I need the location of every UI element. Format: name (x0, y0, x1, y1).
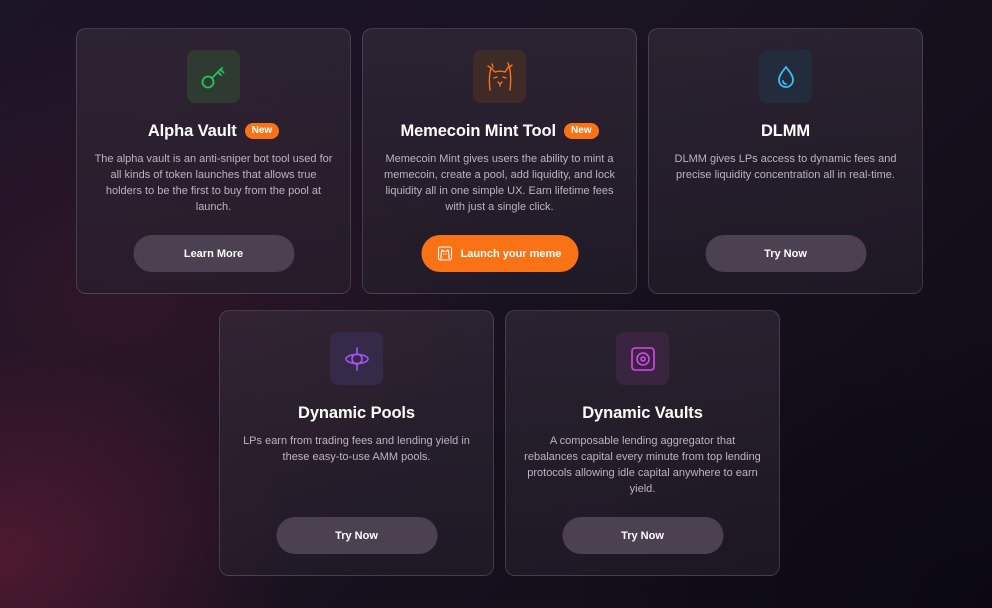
vault-icon (616, 332, 669, 385)
launch-meme-button[interactable]: Launch your meme (421, 235, 578, 272)
launch-meme-label: Launch your meme (460, 247, 562, 260)
card-description: LPs earn from trading fees and lending y… (243, 435, 470, 463)
card-title: Alpha Vault (147, 121, 237, 140)
card-memecoin-mint-tool: Memecoin Mint Tool New Memecoin Mint giv… (362, 28, 637, 294)
try-now-button[interactable]: Try Now (705, 235, 866, 272)
card-description: DLMM gives LPs access to dynamic fees an… (674, 153, 897, 181)
card-description: The alpha vault is an anti-sniper bot to… (94, 153, 333, 213)
card-title: Dynamic Pools (298, 403, 415, 422)
key-icon (187, 50, 240, 103)
card-dynamic-pools: Dynamic Pools LPs earn from trading fees… (219, 310, 494, 576)
new-badge: New (564, 123, 599, 139)
card-title: DLMM (760, 121, 811, 140)
cat-icon (473, 50, 526, 103)
card-description: A composable lending aggregator that reb… (524, 435, 761, 495)
card-description: Memecoin Mint gives users the ability to… (384, 153, 615, 213)
try-now-button[interactable]: Try Now (562, 517, 723, 554)
meme-icon (438, 246, 453, 261)
new-badge: New (244, 123, 280, 139)
droplet-icon (759, 50, 812, 103)
card-dlmm: DLMM DLMM gives LPs access to dynamic fe… (648, 28, 923, 294)
card-title: Memecoin Mint Tool (400, 121, 556, 140)
orbit-icon (330, 332, 383, 385)
try-now-button[interactable]: Try Now (276, 517, 437, 554)
card-dynamic-vaults: Dynamic Vaults A composable lending aggr… (505, 310, 780, 576)
card-alpha-vault: Alpha Vault New The alpha vault is an an… (76, 28, 351, 294)
card-title: Dynamic Vaults (582, 403, 703, 422)
learn-more-button[interactable]: Learn More (133, 235, 294, 272)
